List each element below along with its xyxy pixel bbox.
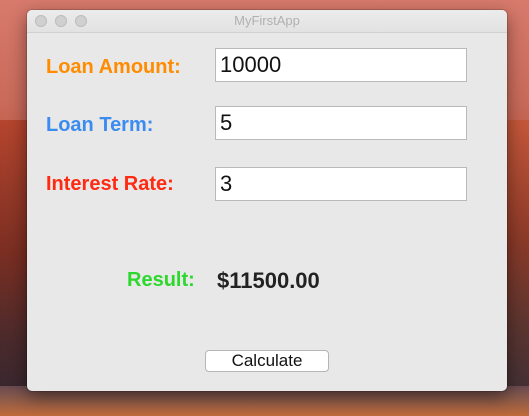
loan-amount-label: Loan Amount:	[46, 56, 181, 78]
loan-term-field[interactable]	[215, 106, 467, 140]
calculate-button[interactable]: Calculate	[205, 350, 329, 372]
title-bar[interactable]: MyFirstApp	[27, 10, 507, 33]
interest-rate-field[interactable]	[215, 167, 467, 201]
app-window: MyFirstApp Loan Amount: Loan Term: Inter…	[27, 10, 507, 391]
window-title: MyFirstApp	[234, 13, 300, 28]
loan-amount-field[interactable]	[215, 48, 467, 82]
interest-rate-label: Interest Rate:	[46, 173, 174, 195]
loan-term-label: Loan Term:	[46, 114, 154, 136]
result-label: Result:	[127, 269, 195, 291]
result-value: $11500.00	[217, 268, 320, 293]
